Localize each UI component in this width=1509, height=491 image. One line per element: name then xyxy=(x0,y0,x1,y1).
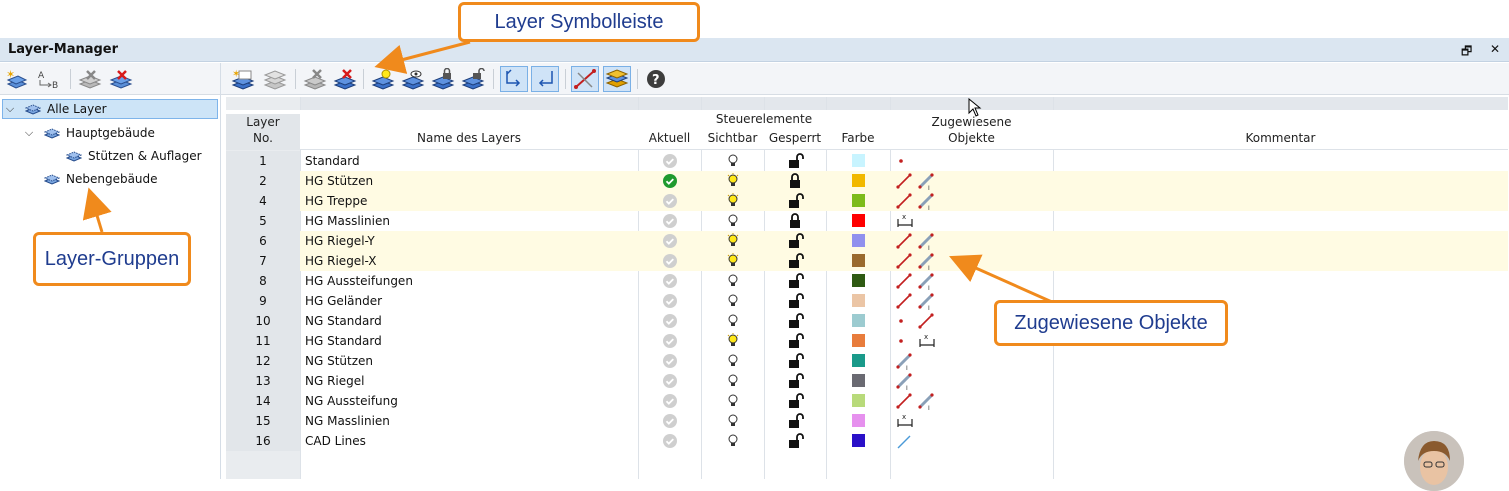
callout-layer-toolbar: Layer Symbolleiste xyxy=(458,2,700,42)
groups-callout-arrow xyxy=(82,187,112,233)
avatar xyxy=(1404,431,1464,491)
objects-callout-arrow xyxy=(949,254,1053,304)
callout-arrows xyxy=(82,40,1053,304)
mouse-cursor-icon xyxy=(968,98,982,117)
callout-assigned-objects: Zugewiesene Objekte xyxy=(994,300,1228,346)
toolbar-callout-arrow xyxy=(374,40,471,74)
callout-layer-groups: Layer-Gruppen xyxy=(33,232,191,286)
